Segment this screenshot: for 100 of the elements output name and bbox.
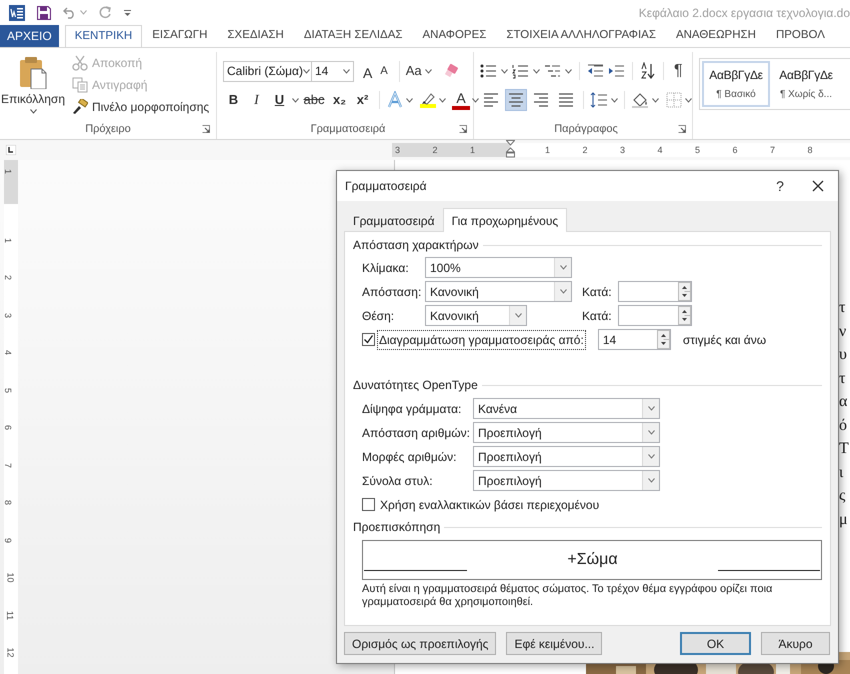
ruler-number: 2 (582, 144, 588, 157)
spin-field[interactable] (618, 305, 692, 326)
field-label: Απόσταση: (362, 284, 422, 300)
strikethrough-button[interactable]: abc (301, 90, 327, 110)
italic-button[interactable]: I (246, 90, 267, 110)
customize-menu-icon[interactable] (124, 8, 132, 16)
ruler-number: 2 (432, 144, 438, 157)
numbering-icon[interactable] (512, 63, 529, 79)
ruler-number: 3 (3, 312, 12, 318)
spinner-arrows-icon (678, 282, 691, 301)
group-label: Παράγραφος (554, 122, 618, 137)
dialog-tab[interactable]: Γραμματοσειρά (345, 211, 443, 231)
tab-selector-icon[interactable] (6, 145, 16, 155)
shading-icon[interactable] (631, 92, 649, 108)
caret-icon (560, 265, 566, 270)
page-text: υ (839, 345, 848, 365)
ruler-number: 9 (3, 538, 12, 542)
checkbox[interactable] (362, 498, 375, 511)
shrink-font-button[interactable]: A (377, 60, 391, 82)
caret-icon (648, 430, 654, 435)
dialog-tab[interactable]: Για προχωρημένους (442, 208, 568, 232)
dropdown[interactable]: Κανονική (425, 281, 572, 302)
cancel-button[interactable]: Άκυρο (761, 632, 830, 655)
scissors-icon (72, 55, 88, 71)
dialog-button[interactable]: Εφέ κειμένου... (506, 632, 602, 655)
grow-font-button[interactable]: A (360, 60, 376, 82)
field-label: Θέση: (362, 308, 396, 324)
caret-icon (648, 478, 654, 483)
spin-field[interactable] (618, 281, 692, 302)
checkbox-label[interactable]: Χρήση εναλλακτικών βάσει περιεχομένου (380, 496, 600, 514)
undo-button[interactable] (63, 6, 87, 18)
font-name-combo[interactable]: Calibri (Σώμα) (223, 60, 312, 82)
dropdown[interactable]: Κανονική (425, 305, 527, 326)
sort-icon[interactable] (640, 62, 656, 80)
ribbon-tab[interactable]: ΚΕΝΤΡΙΚΗ (64, 25, 142, 47)
ok-button[interactable]: OK (680, 632, 751, 655)
ribbon-tab[interactable]: ΣΤΟΙΧΕΙΑ ΑΛΛΗΛΟΓΡΑΦΙΑΣ (496, 25, 666, 47)
ruler-number: 1 (3, 168, 12, 174)
change-case-button[interactable]: Aa (398, 60, 434, 82)
ruler-number: 6 (3, 425, 12, 430)
copy-icon (72, 77, 88, 93)
paste-button[interactable]: Επικόλληση (0, 52, 66, 119)
ribbon-tab[interactable]: ΔΙΑΤΑΞΗ ΣΕΛΙΔΑΣ (294, 25, 412, 47)
dropdown[interactable]: Κανένα (473, 398, 660, 419)
brush-icon (72, 99, 88, 115)
caret-icon (648, 454, 654, 459)
horizontal-ruler[interactable]: 3 2 1 1 2 3 4 5 6 7 8 (392, 143, 850, 157)
bold-button[interactable]: B (223, 90, 244, 110)
clipboard-icon (18, 55, 48, 89)
ribbon-tab[interactable]: ΑΝΑΦΟΡΕΣ (412, 25, 496, 47)
caret-icon (565, 68, 572, 74)
page-text: Τ (839, 439, 849, 459)
format-painter-button[interactable]: Πινέλο μορφοποίησης (72, 97, 210, 117)
underline-button[interactable]: U (269, 90, 290, 110)
style-gallery-item[interactable]: ΑαΒβΓγΔε ¶ Χωρίς δ... (772, 61, 840, 107)
line-spacing-icon[interactable] (590, 92, 608, 108)
decrease-indent-icon[interactable] (587, 63, 604, 79)
file-tab[interactable]: ΑΡΧΕΙΟ (0, 25, 59, 47)
highlight-icon[interactable] (419, 91, 437, 109)
dropdown[interactable]: Προεπιλογή (473, 446, 660, 467)
checkbox-label[interactable]: Διαγραμμάτωση γραμματοσειράς από: (377, 330, 586, 350)
ribbon-tab[interactable]: ΕΙΣΑΓΩΓΗ (142, 25, 218, 47)
ruler-number: 7 (3, 462, 12, 468)
dialog-launcher-icon[interactable] (202, 125, 210, 133)
ruler-number: 11 (5, 610, 14, 620)
ruler-number: 2 (3, 275, 12, 280)
caret-icon (514, 313, 522, 318)
increase-indent-icon[interactable] (608, 63, 625, 79)
dialog-button[interactable]: Ορισμός ως προεπιλογής (344, 632, 496, 655)
ribbon-tab[interactable]: ΣΧΕΔΙΑΣΗ (217, 25, 294, 47)
ribbon-tab[interactable]: ΠΡΟΒΟΛ (766, 25, 835, 47)
align-center-button[interactable] (505, 89, 527, 111)
vertical-ruler[interactable]: 1 1 2 3 4 5 6 7 8 9 10 11 12 (4, 160, 18, 674)
checkbox[interactable] (362, 333, 375, 346)
page-text: τ (839, 298, 846, 318)
text-effects-icon[interactable] (386, 91, 404, 109)
dialog-launcher-icon[interactable] (678, 125, 686, 133)
ribbon-tab[interactable]: ΑΝΑΘΕΩΡΗΣΗ (666, 25, 766, 47)
help-button[interactable]: ? (766, 173, 794, 199)
spin-field[interactable]: 14 (598, 329, 671, 350)
font-color-button[interactable]: A (452, 90, 470, 110)
dropdown[interactable]: Προεπιλογή (473, 422, 660, 443)
caret-icon (611, 98, 618, 102)
font-size-combo[interactable]: 14 (312, 60, 354, 82)
indent-marker-icon[interactable] (506, 140, 515, 158)
dropdown[interactable]: Προεπιλογή (473, 470, 660, 491)
ruler-number: 4 (3, 350, 12, 355)
preview-note: Αυτή είναι η γραμματοσειρά θέματος σώματος. Το τρέχον θέμα εγγράφου ορίζει ποια γραμματοσειρά θα χρησιμοποιηθεί. (362, 583, 774, 609)
save-icon[interactable] (37, 6, 51, 20)
superscript-button[interactable]: x² (352, 90, 373, 110)
dropdown[interactable]: 100% (425, 257, 572, 278)
clear-formatting-icon[interactable] (444, 63, 460, 79)
show-formatting-button[interactable]: ¶ (671, 59, 686, 83)
word-logo-icon[interactable] (9, 4, 25, 20)
bullets-icon[interactable] (480, 63, 497, 79)
style-gallery-item[interactable]: ΑαΒβΓγΔε ¶ Βασικό (702, 61, 770, 107)
multilevel-list-icon[interactable] (544, 63, 561, 79)
dialog-launcher-icon[interactable] (459, 125, 467, 133)
subscript-button[interactable]: x₂ (329, 90, 350, 110)
page-text: μ (839, 510, 849, 530)
